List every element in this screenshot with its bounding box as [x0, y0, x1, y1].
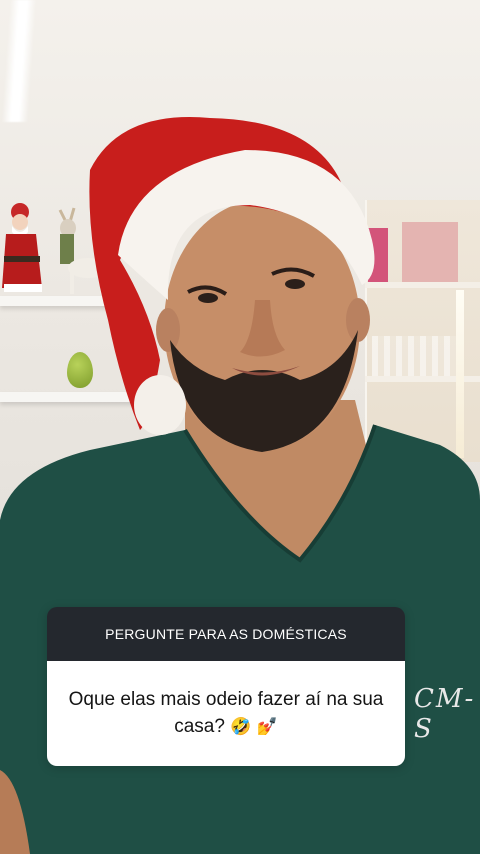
scrubs-logo: CM-S — [414, 684, 476, 744]
question-text: Oque elas mais odeio fazer aí na sua cas… — [68, 689, 384, 737]
question-box-answer: Oque elas mais odeio fazer aí na sua cas… — [47, 661, 405, 766]
question-box-sticker[interactable]: PERGUNTE PARA AS DOMÉSTICAS Oque elas ma… — [47, 607, 405, 766]
nail-polish-emoji-icon: 💅 — [256, 717, 278, 737]
rofl-emoji-icon: 🤣 — [230, 717, 252, 737]
question-box-prompt: PERGUNTE PARA AS DOMÉSTICAS — [47, 607, 405, 661]
